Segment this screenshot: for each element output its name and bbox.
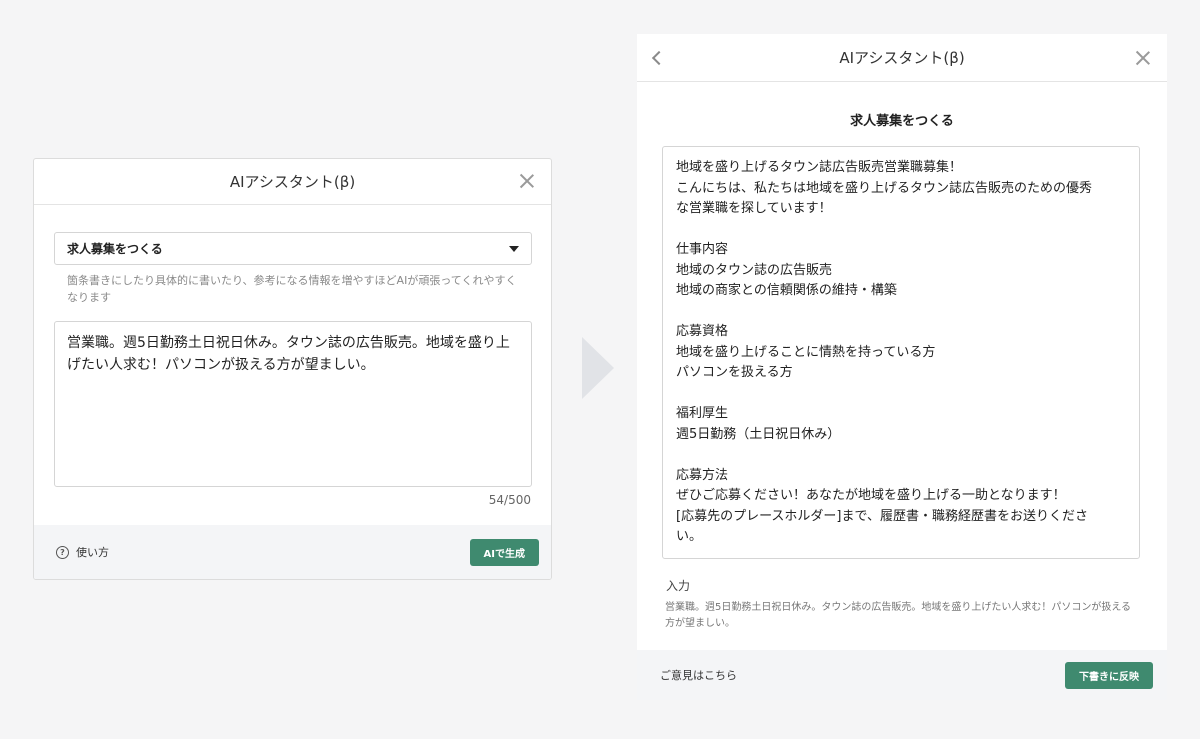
help-label: 使い方 [76,546,109,559]
dialog-footer: ご意見はこちら 下書きに反映 [637,650,1167,700]
close-icon[interactable] [517,171,537,191]
generated-output[interactable]: 地域を盛り上げるタウン誌広告販売営業職募集！ こんにちは、私たちは地域を盛り上げ… [662,146,1140,559]
dialog-footer: ? 使い方 AIで生成 [34,525,551,579]
output-line: こんにちは、私たちは地域を盛り上げるタウン誌広告販売のための優秀 [676,180,1093,196]
caret-down-icon [509,245,519,252]
chevron-left-icon[interactable] [651,50,665,66]
output-line: 仕事内容 [676,242,729,257]
output-line: 地域を盛り上げるタウン誌広告販売営業職募集！ [676,160,963,175]
output-line: 地域のタウン誌の広告販売 [676,262,833,278]
apply-to-draft-button[interactable]: 下書きに反映 [1065,661,1153,689]
right-arrow-icon [582,337,614,399]
ai-assistant-dialog-result: AIアシスタント(β) 求人募集をつくる 地域を盛り上げるタウン誌広告販売営業職… [637,34,1167,700]
close-icon[interactable] [1133,48,1153,68]
feedback-link[interactable]: ご意見はこちら [660,667,737,683]
dialog-header: AIアシスタント(β) [637,34,1167,82]
helper-text: 箇条書きにしたり具体的に書いたり、参考になる情報を増やすほどAIが頑張ってくれや… [67,274,517,304]
input-echo-text: 営業職。週5日勤務土日祝日休み。タウン誌の広告販売。地域を盛り上げたい人求む！パ… [665,602,1132,629]
char-counter: 54/500 [488,493,531,507]
dialog-header: AIアシスタント(β) [34,159,551,205]
output-line: パソコンを扱える方 [676,365,793,380]
question-circle-icon: ? [56,545,69,559]
output-line: い。 [676,529,703,544]
ai-assistant-dialog-input: AIアシスタント(β) 求人募集をつくる 箇条書きにしたり具体的に書いたり、参考… [33,158,552,580]
template-select-value: 求人募集をつくる [67,242,163,256]
output-line: 週5日勤務（土日祝日休み） [676,426,841,442]
prompt-textarea[interactable]: 営業職。週5日勤務土日祝日休み。タウン誌の広告販売。地域を盛り上げたい人求む！パ… [54,321,532,487]
output-line: 福利厚生 [676,406,729,421]
help-link[interactable]: ? 使い方 [56,544,109,560]
template-select[interactable]: 求人募集をつくる [54,232,532,265]
output-line: な営業職を探しています！ [676,201,832,216]
output-line: [応募先のプレースホルダー]まで、履歴書・職務経歴書をお送りくださ [676,508,1088,524]
output-line: ぜひご応募ください！あなたが地域を盛り上げる一助となります！ [676,488,1066,503]
output-line: 地域の商家との信頼関係の維持・構築 [676,283,897,298]
generate-button[interactable]: AIで生成 [469,538,539,566]
output-line: 地域を盛り上げることに情熱を持っている方 [676,344,936,360]
input-label: 入力 [666,579,691,593]
result-heading: 求人募集をつくる [850,114,954,129]
dialog-title: AIアシスタント(β) [229,173,356,191]
output-line: 応募資格 [676,324,729,339]
output-line: 応募方法 [676,467,729,483]
dialog-title: AIアシスタント(β) [839,49,965,67]
